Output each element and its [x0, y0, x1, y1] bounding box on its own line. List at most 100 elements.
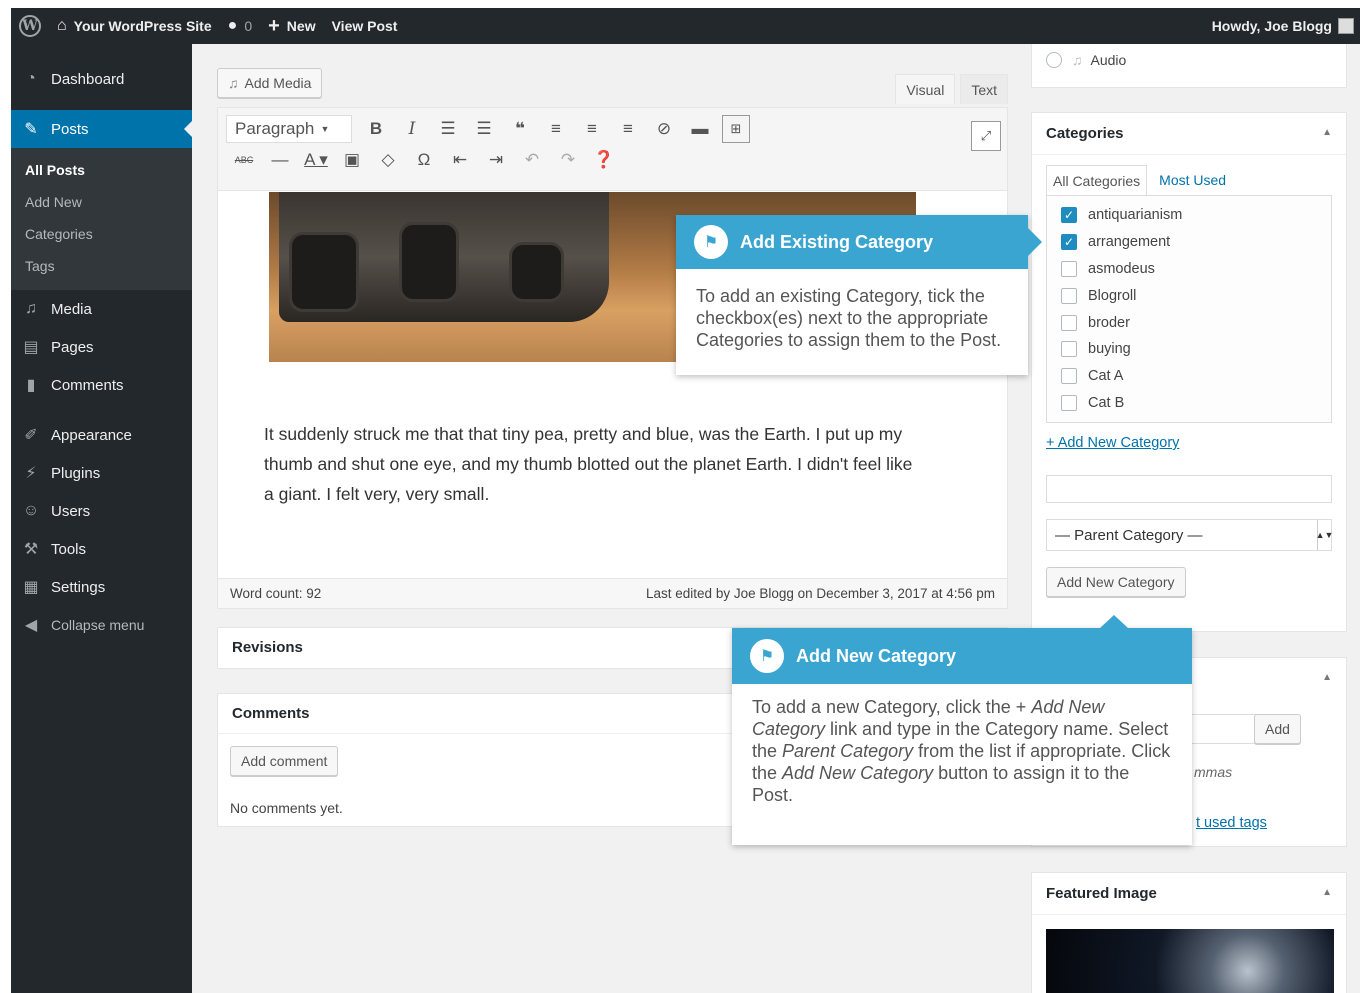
wp-admin-window: W ⌂ Your WordPress Site ● 0 + New View P… — [11, 8, 1360, 993]
link-icon[interactable]: ⊘ — [646, 119, 682, 139]
dashboard-gauge-icon: ◔ — [26, 70, 36, 87]
align-right-icon[interactable]: ≡ — [610, 119, 646, 139]
pushpin-icon: ✎ — [24, 121, 38, 138]
menu-posts[interactable]: ✎ Posts — [11, 110, 192, 148]
menu-appearance[interactable]: ✐ Appearance — [11, 416, 192, 454]
tab-most-used[interactable]: Most Used — [1147, 165, 1232, 195]
last-edited: Last edited by Joe Blogg on December 3, … — [646, 586, 995, 601]
add-tag-button[interactable]: Add — [1254, 714, 1301, 744]
outdent-icon[interactable]: ⇤ — [442, 150, 478, 170]
callout-pointer-up — [1100, 615, 1128, 628]
horizontal-line-icon[interactable]: — — [262, 150, 298, 170]
read-more-icon[interactable]: ▬ — [682, 119, 718, 139]
most-used-tags-link[interactable]: t used tags — [1196, 815, 1267, 831]
add-media-button[interactable]: ♫ Add Media — [217, 68, 323, 98]
special-character-icon[interactable]: Ω — [406, 150, 442, 170]
submenu-all-posts[interactable]: All Posts — [11, 154, 192, 186]
category-item[interactable]: asmodeus — [1047, 256, 1331, 283]
italic-icon[interactable]: I — [394, 119, 430, 139]
format-select[interactable]: Paragraph ▼ — [226, 115, 352, 143]
category-checkbox[interactable] — [1061, 394, 1077, 411]
callout-add-new-category: ⚑ Add New Category To add a new Category… — [732, 615, 1192, 845]
wp-logo-menu[interactable]: W — [11, 8, 49, 44]
menu-collapse[interactable]: ◀ Collapse menu — [11, 606, 192, 644]
add-comment-button[interactable]: Add comment — [230, 746, 339, 776]
text-color-icon[interactable]: A ▾ — [298, 150, 334, 170]
view-post-link[interactable]: View Post — [324, 8, 406, 44]
undo-icon[interactable]: ↶ — [514, 150, 550, 170]
blockquote-icon[interactable]: ❝ — [502, 119, 538, 139]
numbered-list-icon[interactable]: ☰ — [466, 119, 502, 139]
category-item[interactable]: Blogroll — [1047, 282, 1331, 309]
tab-all-categories[interactable]: All Categories — [1046, 165, 1148, 195]
new-category-name-input[interactable] — [1046, 475, 1332, 503]
collapse-toggle-icon[interactable]: ▲ — [1322, 127, 1332, 138]
collapse-arrow-icon: ◀ — [24, 617, 38, 634]
word-count: Word count: 92 — [230, 586, 322, 601]
media-icon: ♫ — [25, 300, 37, 317]
category-checkbox[interactable] — [1061, 341, 1077, 358]
menu-label: Dashboard — [51, 70, 125, 88]
help-icon[interactable]: ❓ — [586, 150, 622, 170]
collapse-toggle-icon[interactable]: ▲ — [1322, 672, 1332, 683]
menu-settings[interactable]: ▦ Settings — [11, 568, 192, 606]
menu-comments[interactable]: ▮ Comments — [11, 366, 192, 404]
category-item[interactable]: broder — [1047, 309, 1331, 336]
menu-label: Users — [51, 502, 91, 520]
category-item[interactable]: buying — [1047, 336, 1331, 363]
add-new-category-button[interactable]: Add New Category — [1046, 567, 1186, 597]
editor-toolbar: Paragraph ▼ B I ☰ ☰ ❝ ≡ ≡ ≡ ⊘ ▬ ⊞ ABC — A… — [218, 108, 1007, 191]
tags-hint: mmas — [1194, 764, 1233, 780]
menu-media[interactable]: ♫ Media — [11, 290, 192, 328]
redo-icon[interactable]: ↷ — [550, 150, 586, 170]
my-account-menu[interactable]: Howdy, Joe Blogg — [1212, 18, 1360, 34]
audio-label: Audio — [1090, 52, 1127, 68]
indent-icon[interactable]: ⇥ — [478, 150, 514, 170]
featured-image-thumbnail[interactable] — [1046, 929, 1334, 993]
collapse-toggle-icon[interactable]: ▲ — [1322, 887, 1332, 898]
fullscreen-icon[interactable]: ⤢ — [971, 121, 1001, 151]
add-new-category-link[interactable]: + Add New Category — [1046, 435, 1332, 451]
submenu-add-new[interactable]: Add New — [11, 186, 192, 218]
parent-category-select[interactable]: — Parent Category — ▲▼ — [1046, 519, 1333, 551]
category-checkbox[interactable] — [1061, 368, 1077, 385]
menu-users[interactable]: ☺ Users — [11, 492, 192, 530]
category-checkbox[interactable] — [1061, 287, 1077, 304]
comment-bubble-icon: ● — [227, 17, 238, 34]
toolbar-toggle-icon[interactable]: ⊞ — [722, 115, 750, 143]
category-item[interactable]: Cat A — [1047, 363, 1331, 390]
site-name-link[interactable]: ⌂ Your WordPress Site — [49, 8, 220, 44]
submenu-categories[interactable]: Categories — [11, 218, 192, 250]
user-icon: ☺ — [22, 502, 40, 519]
align-center-icon[interactable]: ≡ — [574, 119, 610, 139]
menu-tools[interactable]: ⚒ Tools — [11, 530, 192, 568]
submenu-tags[interactable]: Tags — [11, 250, 192, 282]
new-content-link[interactable]: + New — [260, 8, 323, 44]
admin-sidebar: ◔ Dashboard ✎ Posts All Posts Add New Cate… — [11, 44, 192, 993]
bold-icon[interactable]: B — [358, 119, 394, 139]
view-post-label: View Post — [331, 18, 398, 34]
category-item[interactable]: ✓ antiquarianism — [1047, 202, 1331, 229]
audio-icon: ♫ — [1072, 52, 1083, 68]
bullet-list-icon[interactable]: ☰ — [430, 119, 466, 139]
menu-pages[interactable]: ▤ Pages — [11, 328, 192, 366]
category-item[interactable]: ✓ arrangement — [1047, 229, 1331, 256]
menu-dashboard[interactable]: ◔ Dashboard — [11, 60, 192, 98]
tab-visual[interactable]: Visual — [895, 74, 956, 104]
strikethrough-icon[interactable]: ABC — [226, 155, 262, 165]
tab-text[interactable]: Text — [960, 74, 1008, 104]
menu-plugins[interactable]: ⚡ Plugins — [11, 454, 192, 492]
category-checkbox[interactable] — [1061, 314, 1077, 331]
category-checkbox[interactable]: ✓ — [1061, 207, 1077, 224]
paste-text-icon[interactable]: ▣ — [334, 150, 370, 170]
align-left-icon[interactable]: ≡ — [538, 119, 574, 139]
post-body-text: It suddenly struck me that that tiny pea… — [264, 424, 913, 504]
clear-formatting-icon[interactable]: ◇ — [370, 150, 406, 170]
category-checkbox[interactable]: ✓ — [1061, 234, 1077, 251]
comments-link[interactable]: ● 0 — [220, 8, 260, 44]
audio-radio[interactable] — [1046, 52, 1062, 68]
category-item[interactable]: Cat B — [1047, 390, 1331, 417]
categories-title[interactable]: Categories — [1032, 113, 1346, 155]
featured-image-title[interactable]: Featured Image — [1032, 873, 1346, 915]
category-checkbox[interactable] — [1061, 260, 1077, 277]
